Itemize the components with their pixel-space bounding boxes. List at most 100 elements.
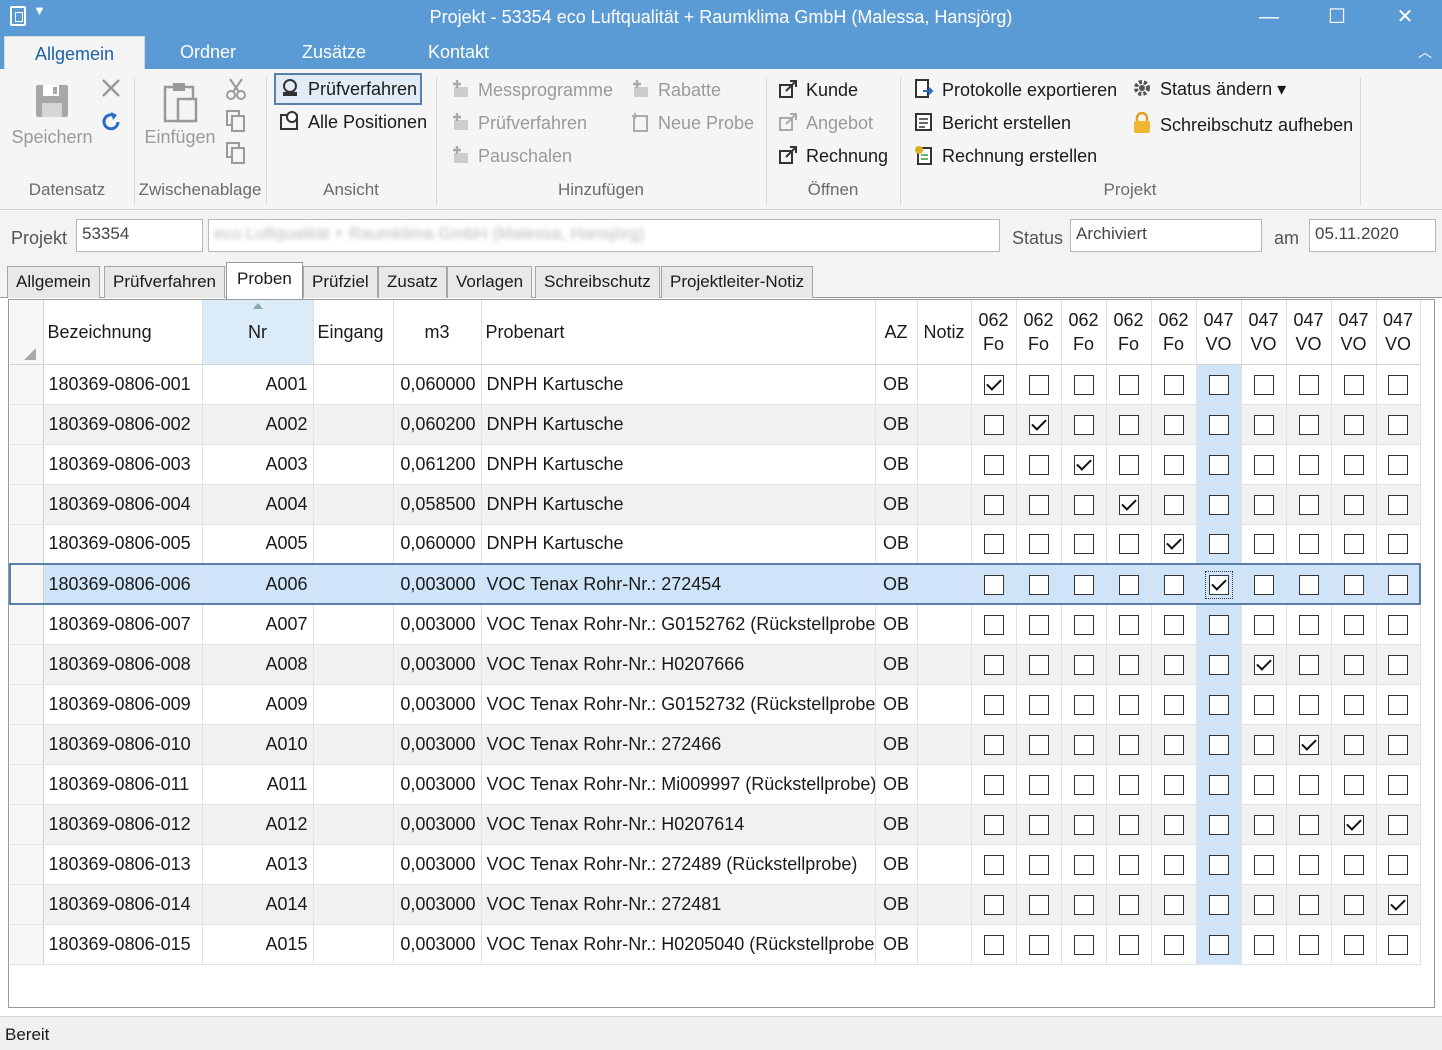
- checkbox[interactable]: [983, 774, 1004, 795]
- checkbox[interactable]: [1163, 454, 1184, 475]
- checkbox[interactable]: [1118, 454, 1139, 475]
- cell-nr[interactable]: A014: [202, 884, 314, 925]
- cell-nr[interactable]: A006: [202, 564, 314, 605]
- table-row[interactable]: 180369-0806-001 A001 0,060000 DNPH Kartusch…: [10, 364, 1421, 405]
- cell-m3[interactable]: 0,003000: [393, 604, 482, 645]
- cell-eingang[interactable]: [313, 724, 394, 765]
- col-header-check-6[interactable]: 047 VO: [1241, 300, 1287, 365]
- checkbox[interactable]: [1208, 534, 1229, 555]
- projekt-nr-field[interactable]: 53354: [76, 219, 203, 252]
- cell-nr[interactable]: A007: [202, 604, 314, 645]
- cell-nr[interactable]: A008: [202, 644, 314, 685]
- checkbox[interactable]: [983, 494, 1004, 515]
- cell-probenart[interactable]: DNPH Kartusche: [481, 364, 876, 405]
- cell-bezeichnung[interactable]: 180369-0806-008: [43, 644, 203, 685]
- cell-nr[interactable]: A009: [202, 684, 314, 725]
- cell-probenart[interactable]: VOC Tenax Rohr-Nr.: G0152762 (Rückstellp…: [481, 604, 876, 645]
- cell-m3[interactable]: 0,003000: [393, 684, 482, 725]
- checkbox[interactable]: [983, 894, 1004, 915]
- tab-pruefziel[interactable]: Prüfziel: [303, 266, 378, 298]
- checkbox[interactable]: [1073, 574, 1094, 595]
- cell-eingang[interactable]: [313, 404, 394, 445]
- cell-probenart[interactable]: DNPH Kartusche: [481, 404, 876, 445]
- checkbox[interactable]: [1388, 854, 1408, 875]
- checkbox[interactable]: [1343, 694, 1364, 715]
- checkbox[interactable]: [1208, 934, 1229, 955]
- checkbox[interactable]: [1073, 454, 1094, 475]
- checkbox[interactable]: [1343, 534, 1364, 555]
- checkbox[interactable]: [1253, 854, 1274, 875]
- cell-az[interactable]: OB: [875, 804, 918, 845]
- checkbox[interactable]: [1253, 574, 1274, 595]
- checkbox[interactable]: [1298, 534, 1319, 555]
- row-indicator[interactable]: [10, 804, 44, 845]
- open-kunde-button[interactable]: Kunde: [778, 79, 858, 101]
- cell-probenart[interactable]: VOC Tenax Rohr-Nr.: 272481: [481, 884, 876, 925]
- checkbox[interactable]: [1388, 374, 1408, 395]
- refresh-icon[interactable]: [100, 109, 122, 138]
- table-row[interactable]: 180369-0806-011 A011 0,003000 VOC Tenax Roh…: [10, 764, 1421, 805]
- checkbox[interactable]: [1163, 694, 1184, 715]
- cell-notiz[interactable]: [917, 684, 972, 725]
- checkbox[interactable]: [983, 614, 1004, 635]
- checkbox[interactable]: [1208, 374, 1229, 395]
- cell-eingang[interactable]: [313, 844, 394, 885]
- cell-az[interactable]: OB: [875, 524, 918, 565]
- checkbox[interactable]: [1298, 734, 1319, 755]
- row-indicator[interactable]: [10, 604, 44, 645]
- checkbox[interactable]: [1028, 734, 1049, 755]
- checkbox[interactable]: [1208, 494, 1229, 515]
- cell-probenart[interactable]: VOC Tenax Rohr-Nr.: 272454: [481, 564, 876, 605]
- cell-m3[interactable]: 0,058500: [393, 484, 482, 525]
- checkbox[interactable]: [1073, 854, 1094, 875]
- checkbox[interactable]: [1073, 934, 1094, 955]
- checkbox[interactable]: [1208, 854, 1229, 875]
- cell-bezeichnung[interactable]: 180369-0806-015: [43, 924, 203, 965]
- col-header-check-8[interactable]: 047 VO: [1331, 300, 1377, 365]
- cell-notiz[interactable]: [917, 924, 972, 965]
- col-header-check-2[interactable]: 062 Fo: [1061, 300, 1107, 365]
- cell-eingang[interactable]: [313, 484, 394, 525]
- col-header-eingang[interactable]: Eingang: [313, 300, 394, 365]
- bericht-erstellen-button[interactable]: Bericht erstellen: [914, 112, 1071, 134]
- cell-bezeichnung[interactable]: 180369-0806-007: [43, 604, 203, 645]
- checkbox[interactable]: [1028, 414, 1049, 435]
- col-header-bezeichnung[interactable]: Bezeichnung: [43, 300, 203, 365]
- checkbox[interactable]: [1073, 654, 1094, 675]
- checkbox[interactable]: [1298, 494, 1319, 515]
- row-indicator[interactable]: [10, 724, 44, 765]
- cell-probenart[interactable]: VOC Tenax Rohr-Nr.: 272466: [481, 724, 876, 765]
- cell-nr[interactable]: A010: [202, 724, 314, 765]
- checkbox[interactable]: [1163, 734, 1184, 755]
- cell-eingang[interactable]: [313, 564, 394, 605]
- checkbox[interactable]: [1253, 534, 1274, 555]
- cell-nr[interactable]: A012: [202, 804, 314, 845]
- checkbox[interactable]: [1073, 534, 1094, 555]
- checkbox[interactable]: [983, 414, 1004, 435]
- tab-proben[interactable]: Proben: [226, 262, 303, 299]
- checkbox[interactable]: [1073, 694, 1094, 715]
- minimize-button[interactable]: —: [1246, 0, 1292, 34]
- row-indicator[interactable]: [10, 364, 44, 405]
- rabatte-button[interactable]: Rabatte: [630, 79, 721, 101]
- row-indicator[interactable]: [10, 924, 44, 965]
- cell-probenart[interactable]: VOC Tenax Rohr-Nr.: Mi009997 (Rückstellp…: [481, 764, 876, 805]
- cell-notiz[interactable]: [917, 884, 972, 925]
- row-indicator[interactable]: [10, 644, 44, 685]
- cell-az[interactable]: OB: [875, 484, 918, 525]
- col-header-check-5[interactable]: 047 VO: [1196, 300, 1242, 365]
- status-aendern-button[interactable]: Status ändern ▾: [1132, 78, 1286, 100]
- table-row[interactable]: 180369-0806-012 A012 0,003000 VOC Tenax Roh…: [10, 804, 1421, 845]
- checkbox[interactable]: [1387, 574, 1408, 595]
- cell-m3[interactable]: 0,060200: [393, 404, 482, 445]
- checkbox[interactable]: [1298, 454, 1319, 475]
- checkbox[interactable]: [1163, 534, 1184, 555]
- checkbox[interactable]: [1028, 454, 1049, 475]
- cell-eingang[interactable]: [313, 684, 394, 725]
- cell-notiz[interactable]: [917, 564, 972, 605]
- cell-bezeichnung[interactable]: 180369-0806-004: [43, 484, 203, 525]
- checkbox[interactable]: [1073, 374, 1094, 395]
- cell-nr[interactable]: A013: [202, 844, 314, 885]
- checkbox[interactable]: [1388, 734, 1408, 755]
- protokolle-exportieren-button[interactable]: Protokolle exportieren: [914, 79, 1117, 101]
